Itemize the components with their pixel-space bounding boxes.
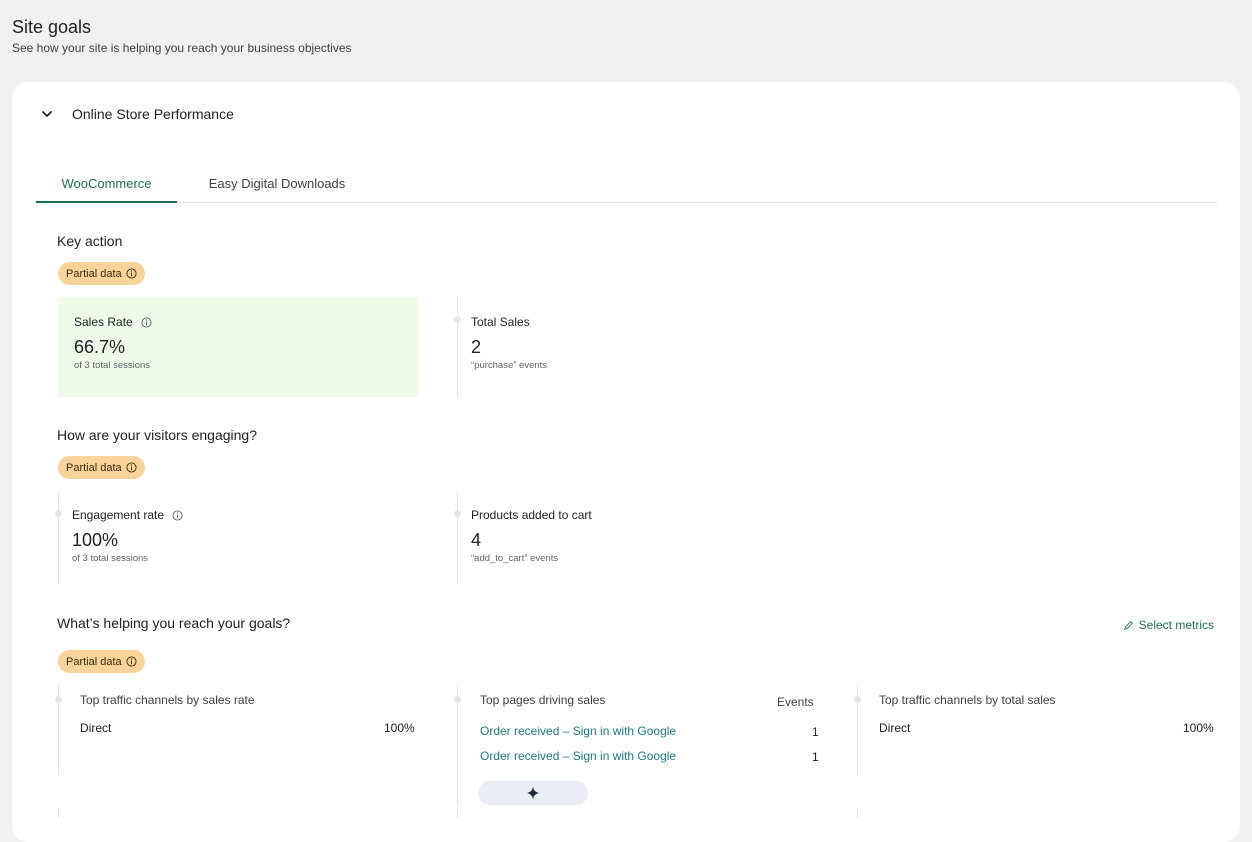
channel-value: 100% xyxy=(1183,721,1214,735)
key-action-heading: Key action xyxy=(57,233,123,249)
total-sales-sub: “purchase” events xyxy=(471,360,548,371)
engagement-rate-label: Engagement rate xyxy=(72,508,165,522)
metric-label: Engagement rate xyxy=(72,508,183,522)
sales-rate-sub: of 3 total sessions xyxy=(74,360,151,371)
total-sales-value: 2 xyxy=(471,337,482,357)
partial-data-badge[interactable]: Partial data xyxy=(58,456,145,479)
total-sales-label: Total Sales xyxy=(471,315,530,329)
partial-data-badge[interactable]: Partial data xyxy=(58,262,145,285)
divider xyxy=(457,297,458,397)
page-subtitle: See how your site is helping you reach y… xyxy=(12,41,352,55)
total-sales-metric: Total Sales 2 “purchase” events xyxy=(471,315,547,371)
section-toggle[interactable]: Online Store Performance xyxy=(40,106,234,122)
select-metrics-label: Select metrics xyxy=(1138,618,1214,632)
top-channels-total-sales-title: Top traffic channels by total sales xyxy=(879,693,1056,707)
badge-label: Partial data xyxy=(66,267,122,280)
ai-insights-button[interactable] xyxy=(478,781,588,805)
page-title: Site goals xyxy=(12,17,92,37)
helping-heading: What’s helping you reach your goals? xyxy=(57,615,291,631)
divider-dot xyxy=(454,696,461,703)
top-page-link[interactable]: Order received – Sign in with Google xyxy=(480,749,676,763)
channel-name: Direct xyxy=(879,721,911,735)
top-page-events: 1 xyxy=(812,725,819,739)
divider-dot xyxy=(55,696,62,703)
added-to-cart-sub: “add_to_cart” events xyxy=(471,553,559,564)
engagement-heading: How are your visitors engaging? xyxy=(57,427,257,443)
tab-bar: WooCommerce Easy Digital Downloads xyxy=(36,164,1217,203)
top-pages-title: Top pages driving sales xyxy=(480,693,606,707)
top-page-link[interactable]: Order received – Sign in with Google xyxy=(480,724,676,738)
divider xyxy=(457,808,458,818)
select-metrics-button[interactable]: Select metrics xyxy=(1123,618,1214,632)
badge-label: Partial data xyxy=(66,461,122,474)
info-icon[interactable] xyxy=(172,509,183,521)
divider xyxy=(58,808,59,818)
divider xyxy=(857,808,858,818)
engagement-rate-sub: of 3 total sessions xyxy=(72,553,149,564)
added-to-cart-metric: Products added to cart 4 “add_to_cart” e… xyxy=(471,508,592,564)
pencil-icon xyxy=(1123,620,1133,630)
divider-dot xyxy=(454,316,461,323)
tab-woocommerce[interactable]: WooCommerce xyxy=(36,164,177,203)
divider-dot xyxy=(854,696,861,703)
added-to-cart-label: Products added to cart xyxy=(471,508,592,522)
tab-easy-digital-downloads[interactable]: Easy Digital Downloads xyxy=(196,164,358,202)
metric-label: Sales Rate xyxy=(74,315,152,329)
top-page-events: 1 xyxy=(812,750,819,764)
chevron-down-icon[interactable] xyxy=(40,107,54,121)
page-header: Site goals See how your site is helping … xyxy=(12,16,352,55)
info-icon[interactable] xyxy=(126,462,137,473)
section-title: Online Store Performance xyxy=(72,106,234,122)
goals-card: Online Store Performance WooCommerce Eas… xyxy=(12,82,1240,842)
divider xyxy=(457,685,458,805)
engagement-rate-value: 100% xyxy=(72,530,119,550)
divider xyxy=(457,492,458,584)
added-to-cart-value: 4 xyxy=(471,530,482,550)
info-icon[interactable] xyxy=(126,656,137,667)
sales-rate-value: 66.7% xyxy=(74,337,126,357)
divider-dot xyxy=(55,510,62,517)
engagement-rate-metric: Engagement rate 100% of 3 total sessions xyxy=(72,508,183,564)
channel-value: 100% xyxy=(384,721,415,735)
partial-data-badge[interactable]: Partial data xyxy=(58,650,145,673)
info-icon[interactable] xyxy=(141,316,152,328)
badge-label: Partial data xyxy=(66,655,122,668)
sales-rate-metric: Sales Rate 66.7% of 3 total sessions xyxy=(58,297,418,397)
events-header: Events xyxy=(777,695,814,709)
info-icon[interactable] xyxy=(126,268,137,279)
divider xyxy=(58,492,59,584)
divider-dot xyxy=(454,510,461,517)
sparkle-icon xyxy=(526,786,540,800)
top-channels-sales-rate-title: Top traffic channels by sales rate xyxy=(80,693,255,707)
channel-name: Direct xyxy=(80,721,112,735)
sales-rate-label: Sales Rate xyxy=(74,315,133,329)
